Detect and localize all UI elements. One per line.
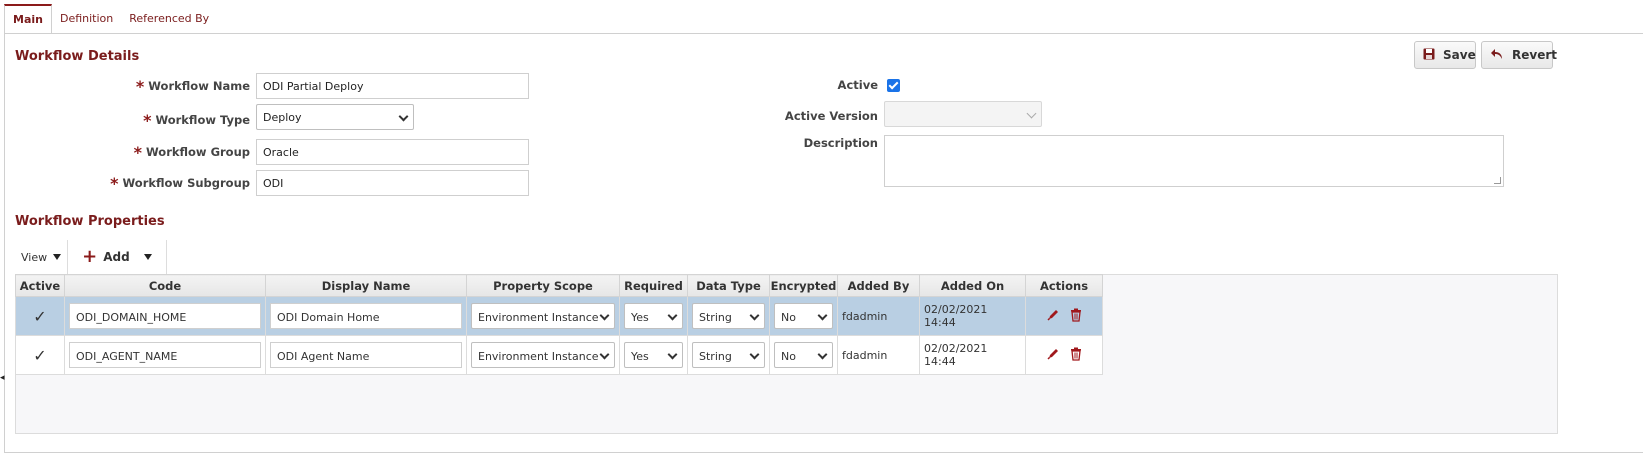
undo-icon xyxy=(1490,48,1504,63)
workflow-group-input[interactable]: Oracle xyxy=(256,139,529,165)
workflow-properties-title: Workflow Properties xyxy=(15,214,165,229)
col-active[interactable]: Active xyxy=(15,274,65,297)
chevron-down-icon xyxy=(817,349,828,360)
delete-trash-icon[interactable] xyxy=(1070,308,1082,325)
data-type-select[interactable]: String xyxy=(692,303,765,329)
chevron-down-icon xyxy=(749,349,760,360)
col-actions: Actions xyxy=(1025,274,1103,297)
encrypted-select[interactable]: No xyxy=(774,342,833,368)
chevron-down-icon xyxy=(1026,108,1037,119)
add-dropdown-arrow-icon[interactable] xyxy=(143,254,152,260)
collapse-handle-icon[interactable]: ◂ xyxy=(0,373,5,387)
tab-main[interactable]: Main xyxy=(4,4,52,34)
added-by-cell: fdadmin xyxy=(837,335,920,375)
chevron-down-icon xyxy=(667,349,678,360)
chevron-down-icon xyxy=(667,310,678,321)
workflow-name-label: * Workflow Name xyxy=(135,77,250,96)
encrypted-select[interactable]: No xyxy=(774,303,833,329)
table-row[interactable]: ✓ ODI_AGENT_NAME ODI Agent Name Environm… xyxy=(15,335,1103,375)
chevron-down-icon xyxy=(398,111,409,122)
property-scope-select[interactable]: Environment Instance xyxy=(471,303,615,329)
dropdown-arrow-icon xyxy=(53,254,62,260)
add-button[interactable]: + Add xyxy=(68,240,167,274)
chevron-down-icon xyxy=(749,310,760,321)
col-property-scope[interactable]: Property Scope xyxy=(466,274,620,297)
col-added-on[interactable]: Added On xyxy=(919,274,1026,297)
tab-referenced-by[interactable]: Referenced By xyxy=(121,4,217,34)
save-label: Save xyxy=(1443,48,1476,62)
chevron-down-icon xyxy=(599,310,610,321)
view-menu-button[interactable]: View xyxy=(15,240,69,274)
workflow-group-label: * Workflow Group xyxy=(133,143,250,162)
revert-button[interactable]: Revert xyxy=(1481,41,1557,69)
workflow-type-label: * Workflow Type xyxy=(143,111,250,130)
workflow-details-title: Workflow Details xyxy=(15,49,140,64)
workflow-type-select[interactable]: Deploy xyxy=(256,104,414,130)
properties-table: Active Code Display Name Property Scope … xyxy=(15,274,1103,375)
added-on-cell: 02/02/2021 14:44 xyxy=(919,335,1026,375)
display-name-input[interactable]: ODI Agent Name xyxy=(270,342,462,368)
added-by-cell: fdadmin xyxy=(837,296,920,336)
description-label: Description xyxy=(803,136,878,150)
tab-definition[interactable]: Definition xyxy=(52,4,121,34)
col-data-type[interactable]: Data Type xyxy=(687,274,770,297)
properties-toolbar: View + Add xyxy=(15,240,167,274)
resize-handle-icon[interactable] xyxy=(1494,177,1501,184)
edit-pencil-icon[interactable] xyxy=(1046,347,1060,363)
save-button[interactable]: Save xyxy=(1414,41,1476,69)
chevron-down-icon xyxy=(599,349,610,360)
table-row[interactable]: ✓ ODI_DOMAIN_HOME ODI Domain Home Enviro… xyxy=(15,296,1103,336)
edit-pencil-icon[interactable] xyxy=(1046,308,1060,324)
display-name-input[interactable]: ODI Domain Home xyxy=(270,303,462,329)
plus-icon: + xyxy=(82,246,98,267)
required-select[interactable]: Yes xyxy=(624,303,683,329)
revert-label: Revert xyxy=(1512,48,1557,62)
col-encrypted[interactable]: Encrypted xyxy=(769,274,838,297)
code-input[interactable]: ODI_DOMAIN_HOME xyxy=(69,303,261,329)
active-label: Active xyxy=(837,78,878,92)
added-on-cell: 02/02/2021 14:44 xyxy=(919,296,1026,336)
description-textarea[interactable] xyxy=(884,135,1504,187)
col-required[interactable]: Required xyxy=(619,274,688,297)
delete-trash-icon[interactable] xyxy=(1070,347,1082,364)
active-version-select[interactable] xyxy=(884,101,1042,127)
active-check-icon: ✓ xyxy=(15,296,65,336)
required-select[interactable]: Yes xyxy=(624,342,683,368)
save-icon xyxy=(1423,48,1435,63)
property-scope-select[interactable]: Environment Instance xyxy=(471,342,615,368)
chevron-down-icon xyxy=(817,310,828,321)
active-check-icon: ✓ xyxy=(15,335,65,375)
active-version-label: Active Version xyxy=(784,109,878,123)
col-added-by[interactable]: Added By xyxy=(837,274,920,297)
workflow-subgroup-label: * Workflow Subgroup xyxy=(110,174,250,193)
code-input[interactable]: ODI_AGENT_NAME xyxy=(69,342,261,368)
active-checkbox[interactable] xyxy=(887,79,900,92)
workflow-subgroup-input[interactable]: ODI xyxy=(256,170,529,196)
data-type-select[interactable]: String xyxy=(692,342,765,368)
tab-bar: Main Definition Referenced By xyxy=(4,4,217,34)
col-code[interactable]: Code xyxy=(64,274,266,297)
col-display-name[interactable]: Display Name xyxy=(265,274,467,297)
workflow-name-input[interactable]: ODI Partial Deploy xyxy=(256,73,529,99)
